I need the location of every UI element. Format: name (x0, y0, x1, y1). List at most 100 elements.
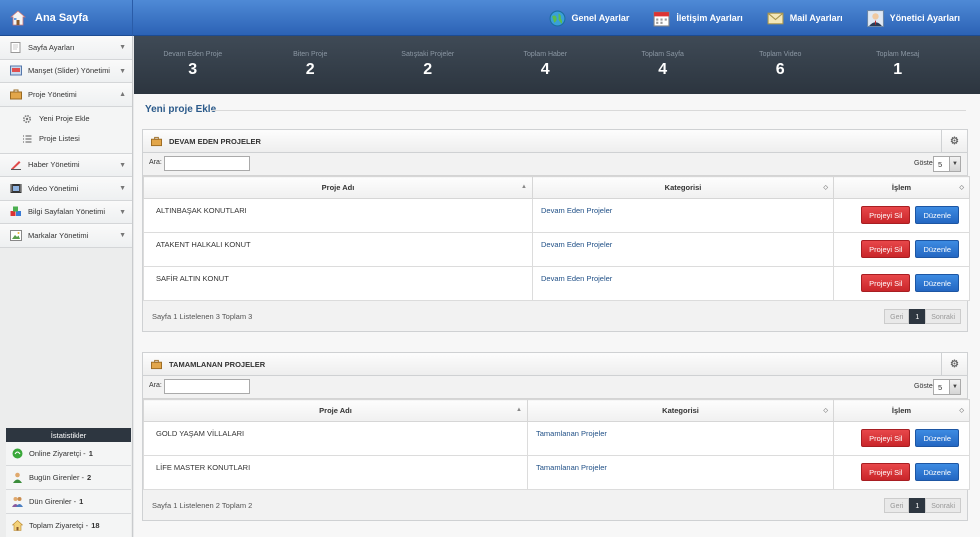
panel-settings-button[interactable]: ⚙ (941, 353, 967, 376)
sidebar-item-slider[interactable]: Manşet (Slider) Yönetimi ▼ (0, 59, 132, 83)
column-label: Proje Adı (321, 183, 355, 192)
prev-page-button[interactable]: Geri (884, 498, 910, 513)
column-header-category[interactable]: Kategorisi ◇ (532, 176, 834, 199)
page-number-button[interactable]: 1 (909, 498, 926, 513)
sort-icon: ◇ (823, 408, 828, 414)
summary-label: Toplam Sayfa (641, 51, 684, 58)
panel-settings-button[interactable]: ⚙ (941, 130, 967, 153)
sidebar-item-projects[interactable]: Proje Yönetimi ▲ (0, 83, 132, 107)
sort-asc-icon: ▲ (521, 184, 527, 190)
nav-admin-settings[interactable]: Yönetici Ayarları (866, 0, 960, 36)
summary-value: 3 (188, 61, 198, 78)
edit-project-button[interactable]: Düzenle (915, 463, 959, 481)
blocks-icon (10, 206, 21, 217)
column-header-action[interactable]: İşlem ◇ (833, 399, 970, 422)
nav-mail-settings[interactable]: Mail Ayarları (767, 0, 843, 36)
nav-general-settings[interactable]: Genel Ayarlar (549, 0, 629, 36)
sidebar-item-video[interactable]: Video Yönetimi ▼ (0, 177, 132, 201)
table-controls: Ara: Göster: 5 ▼ (143, 376, 967, 399)
column-label: Kategorisi (664, 183, 702, 192)
table-footer: Sayfa 1 Listelenen 3 Toplam 3 Geri 1 Son… (143, 301, 967, 331)
sidebar-item-label: Sayfa Ayarları (28, 42, 75, 52)
sidebar-item-page-settings[interactable]: Sayfa Ayarları ▼ (0, 36, 132, 60)
gear-icon (22, 114, 32, 123)
sort-icon: ◇ (959, 408, 964, 414)
stat-value: 18 (91, 521, 100, 530)
nav-contact-settings[interactable]: İletişim Ayarları (653, 0, 743, 36)
delete-project-button[interactable]: Projeyi Sil (861, 274, 911, 292)
sidebar-item-info-pages[interactable]: Bilgi Sayfaları Yönetimi ▼ (0, 200, 132, 224)
column-label: İşlem (891, 406, 912, 415)
edit-project-button[interactable]: Düzenle (915, 240, 959, 258)
page-size-select[interactable]: 5 ▼ (933, 156, 961, 172)
briefcase-icon (151, 136, 162, 146)
stat-label: Toplam Ziyaretçi - (29, 521, 89, 530)
table-row: GOLD YAŞAM VİLLALARI Tamamlanan Projeler… (143, 421, 970, 456)
home-link[interactable]: Ana Sayfa (0, 0, 133, 36)
summary-label: Biten Proje (293, 51, 328, 58)
column-header-name[interactable]: Proje Adı ▲ (143, 399, 528, 422)
next-page-button[interactable]: Sonraki (925, 309, 961, 324)
summary-label: Toplam Mesaj (876, 51, 920, 58)
nav-label: İletişim Ayarları (676, 13, 743, 23)
search-input[interactable] (164, 379, 250, 394)
user-icon (13, 472, 22, 483)
search-input[interactable] (164, 156, 250, 171)
edit-project-button[interactable]: Düzenle (915, 429, 959, 447)
page-number-button[interactable]: 1 (909, 309, 926, 324)
summary-ongoing-projects: Devam Eden Proje 3 (134, 36, 252, 94)
pagination-info: Sayfa 1 Listelenen 2 Toplam 2 (152, 501, 253, 510)
table-row: SAFİR ALTIN KONUT Devam Eden Projeler Pr… (143, 266, 970, 301)
project-category: Tamamlanan Projeler (527, 421, 834, 456)
next-page-button[interactable]: Sonraki (925, 498, 961, 513)
sidebar-item-brands[interactable]: Markalar Yönetimi ▼ (0, 224, 132, 248)
column-header-name[interactable]: Proje Adı ▲ (143, 176, 533, 199)
page-size-select[interactable]: 5 ▼ (933, 379, 961, 395)
edit-project-button[interactable]: Düzenle (915, 274, 959, 292)
stat-yesterday-visitors: Dün Girenler -1 (6, 490, 131, 514)
edit-project-button[interactable]: Düzenle (915, 206, 959, 224)
prev-page-button[interactable]: Geri (884, 309, 910, 324)
panel-completed-projects: TAMAMLANAN PROJELER ⚙ Ara: Göster: 5 ▼ Pr… (142, 352, 970, 521)
column-label: İşlem (891, 183, 912, 192)
summary-strip: Devam Eden Proje 3 Biten Proje 2 Satıştaki… (134, 36, 980, 94)
sidebar-item-label: Bilgi Sayfaları Yönetimi (28, 207, 105, 217)
chevron-down-icon: ▼ (119, 185, 126, 192)
chevron-up-icon: ▲ (119, 91, 126, 98)
users-icon (12, 497, 23, 507)
nav-label: Mail Ayarları (789, 13, 843, 23)
calendar-icon (653, 11, 670, 26)
panel-title: TAMAMLANAN PROJELER (169, 359, 266, 369)
sidebar-item-label: Markalar Yönetimi (28, 230, 89, 240)
list-icon (23, 134, 32, 143)
summary-value: 2 (305, 61, 315, 78)
top-bar: Ana Sayfa Genel Ayarlar İletişim Ayarlar… (0, 0, 980, 36)
column-header-action[interactable]: İşlem ◇ (833, 176, 970, 199)
project-category: Tamamlanan Projeler (527, 455, 834, 490)
sidebar-subitem-new-project[interactable]: Yeni Proje Ekle (0, 108, 132, 129)
sidebar-subitem-project-list[interactable]: Proje Listesi (0, 128, 132, 149)
sidebar-item-news[interactable]: Haber Yönetimi ▼ (0, 153, 132, 177)
delete-project-button[interactable]: Projeyi Sil (861, 463, 911, 481)
project-name: ALTINBAŞAK KONUTLARI (143, 198, 533, 233)
summary-total-messages: Toplam Mesaj 1 (839, 36, 957, 94)
home-icon (12, 520, 23, 531)
chevron-down-icon: ▼ (119, 208, 126, 216)
chevron-down-icon: ▼ (119, 44, 126, 51)
summary-label: Devam Eden Proje (163, 51, 223, 58)
page-title: Yeni proje Ekle (145, 104, 217, 115)
admin-user-icon (866, 9, 884, 27)
delete-project-button[interactable]: Projeyi Sil (861, 206, 911, 224)
summary-label: Satıştaki Projeler (401, 51, 455, 58)
summary-value: 4 (540, 61, 550, 78)
delete-project-button[interactable]: Projeyi Sil (861, 429, 911, 447)
film-icon (10, 183, 22, 193)
row-actions: Projeyi Sil Düzenle (833, 266, 970, 301)
main-content: Yeni proje Ekle DEVAM EDEN PROJELER ⚙ Ar… (134, 94, 980, 537)
summary-total-videos: Toplam Video 6 (722, 36, 840, 94)
briefcase-icon (10, 89, 22, 100)
pagination-info: Sayfa 1 Listelenen 3 Toplam 3 (152, 312, 253, 321)
delete-project-button[interactable]: Projeyi Sil (861, 240, 911, 258)
column-header-category[interactable]: Kategorisi ◇ (527, 399, 834, 422)
search-label: Ara: (149, 159, 162, 166)
